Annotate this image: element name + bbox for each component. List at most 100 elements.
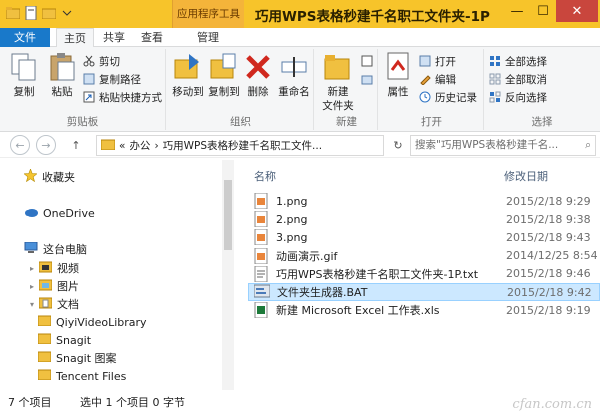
shortcut-icon bbox=[82, 90, 96, 104]
tab-share[interactable]: 共享 bbox=[96, 28, 132, 47]
nav-documents[interactable]: ▾ 文档 bbox=[30, 295, 79, 313]
select-none-button[interactable]: 全部取消 bbox=[488, 71, 547, 87]
chevron-down-icon[interactable] bbox=[60, 6, 74, 20]
refresh-button[interactable]: ↻ bbox=[388, 135, 408, 155]
up-button[interactable]: ↑ bbox=[66, 135, 86, 155]
breadcrumb-current[interactable]: 巧用WPS表格秒建千名职工文件... bbox=[163, 138, 322, 153]
paste-button[interactable]: 粘贴 bbox=[42, 51, 82, 99]
cut-label: 剪切 bbox=[99, 55, 120, 68]
properties-icon[interactable] bbox=[24, 6, 38, 20]
select-all-label: 全部选择 bbox=[505, 55, 547, 68]
forward-button[interactable]: → bbox=[36, 135, 56, 155]
new-folder-icon[interactable] bbox=[42, 6, 56, 20]
nav-videos[interactable]: ▸ 视频 bbox=[30, 259, 79, 277]
tab-manage[interactable]: 管理 bbox=[178, 28, 238, 47]
nav-snagit[interactable]: Snagit bbox=[37, 331, 91, 349]
nav-scrollbar[interactable] bbox=[222, 160, 234, 390]
minimize-button[interactable]: — bbox=[504, 0, 530, 22]
nav-this-pc[interactable]: 这台电脑 bbox=[24, 240, 87, 258]
picture-folder-icon bbox=[38, 279, 53, 294]
document-folder-icon bbox=[38, 297, 53, 312]
group-select: 全部选择 全部取消 反向选择 选择 bbox=[486, 49, 598, 130]
nav-onedrive[interactable]: OneDrive bbox=[24, 204, 95, 222]
group-open: 属性 打开 编辑 历史记录 打开 bbox=[380, 49, 484, 130]
file-row[interactable]: 2.png 2015/2/18 9:38 bbox=[248, 210, 600, 228]
file-xls-icon bbox=[252, 302, 270, 319]
file-row[interactable]: 巧用WPS表格秒建千名职工文件夹-1P.txt 2015/2/18 9:46 bbox=[248, 265, 600, 283]
close-button[interactable]: ✕ bbox=[556, 0, 598, 22]
ribbon-tabs: 文件 主页 共享 查看 管理 bbox=[0, 28, 600, 48]
file-row[interactable]: 新建 Microsoft Excel 工作表.xls 2015/2/18 9:19 bbox=[248, 301, 600, 319]
open-button[interactable]: 打开 bbox=[418, 53, 456, 69]
copy-label: 复制 bbox=[13, 86, 35, 98]
file-name: 2.png bbox=[276, 212, 308, 226]
scissors-icon bbox=[82, 54, 96, 68]
file-name: 3.png bbox=[276, 230, 308, 244]
new-item-button[interactable] bbox=[360, 53, 374, 69]
scrollbar-thumb[interactable] bbox=[224, 180, 232, 250]
nav-favorites[interactable]: 收藏夹 bbox=[23, 168, 75, 186]
select-none-icon bbox=[488, 72, 502, 86]
copy-to-button[interactable]: 复制到 bbox=[204, 51, 244, 99]
copy-button[interactable]: 复制 bbox=[4, 51, 44, 99]
properties-icon bbox=[382, 51, 414, 83]
file-row[interactable]: 文件夹生成器.BAT 2015/2/18 9:42 bbox=[248, 283, 600, 301]
file-name: 1.png bbox=[276, 194, 308, 208]
column-header-modified[interactable]: 修改日期 bbox=[504, 168, 548, 184]
nav-qiyi[interactable]: QiyiVideoLibrary bbox=[37, 313, 147, 331]
file-row[interactable]: 3.png 2015/2/18 9:43 bbox=[248, 228, 600, 246]
video-folder-icon bbox=[38, 261, 53, 276]
new-folder-button[interactable]: 新建 文件夹 bbox=[318, 51, 358, 113]
back-button[interactable]: ← bbox=[10, 135, 30, 155]
file-list: 名称 修改日期 1.png 2015/2/18 9:29 2.png 2015/2/1… bbox=[244, 158, 600, 390]
file-date: 2015/2/18 9:46 bbox=[506, 267, 591, 281]
tab-file[interactable]: 文件 bbox=[0, 28, 50, 47]
easy-access-button[interactable] bbox=[360, 71, 374, 87]
tab-view[interactable]: 查看 bbox=[134, 28, 170, 47]
search-input[interactable]: 搜索"巧用WPS表格秒建千名... ⌕ bbox=[410, 135, 596, 156]
address-bar[interactable]: « 办公 › 巧用WPS表格秒建千名职工文件... bbox=[96, 135, 384, 156]
tab-home[interactable]: 主页 bbox=[56, 28, 94, 48]
select-all-button[interactable]: 全部选择 bbox=[488, 53, 547, 69]
column-header-name[interactable]: 名称 bbox=[254, 168, 276, 184]
history-label: 历史记录 bbox=[435, 91, 477, 104]
nav-tencent-label: Tencent Files bbox=[56, 369, 127, 383]
nav-snagit-stamps[interactable]: Snagit 图案 bbox=[37, 349, 117, 367]
paste-shortcut-label: 粘贴快捷方式 bbox=[99, 91, 162, 104]
paste-shortcut-button[interactable]: 粘贴快捷方式 bbox=[82, 89, 162, 105]
properties-label: 属性 bbox=[387, 86, 409, 98]
quick-access-toolbar bbox=[6, 6, 74, 20]
invert-selection-label: 反向选择 bbox=[505, 91, 547, 104]
invert-selection-button[interactable]: 反向选择 bbox=[488, 89, 547, 105]
select-none-label: 全部取消 bbox=[505, 73, 547, 86]
file-png-icon bbox=[252, 211, 270, 228]
file-bat-icon bbox=[253, 284, 271, 300]
cut-button[interactable]: 剪切 bbox=[82, 53, 120, 69]
file-name: 动画演示.gif bbox=[276, 249, 338, 263]
rename-button[interactable]: 重命名 bbox=[274, 51, 314, 99]
copy-to-label: 复制到 bbox=[208, 86, 240, 98]
breadcrumb-office[interactable]: 办公 bbox=[129, 138, 150, 153]
file-png-icon bbox=[252, 229, 270, 246]
copy-path-button[interactable]: 复制路径 bbox=[82, 71, 141, 87]
open-label: 打开 bbox=[435, 55, 456, 68]
nav-tencent[interactable]: Tencent Files bbox=[37, 367, 127, 385]
file-date: 2015/2/18 9:29 bbox=[506, 194, 591, 208]
nav-pictures[interactable]: ▸ 图片 bbox=[30, 277, 79, 295]
ribbon: 复制 粘贴 剪切 复制路径 粘贴快捷方式 剪贴板 移动到 复制到 删除 重命名 … bbox=[0, 47, 600, 132]
move-to-button[interactable]: 移动到 bbox=[168, 51, 208, 99]
folder-icon[interactable] bbox=[6, 6, 20, 20]
nav-onedrive-label: OneDrive bbox=[43, 206, 95, 220]
folder-icon bbox=[100, 138, 116, 153]
maximize-button[interactable]: ☐ bbox=[530, 0, 556, 22]
history-button[interactable]: 历史记录 bbox=[418, 89, 477, 105]
search-icon: ⌕ bbox=[585, 139, 591, 151]
properties-button[interactable]: 属性 bbox=[380, 51, 416, 99]
file-row[interactable]: 动画演示.gif 2014/12/25 8:54 bbox=[248, 247, 600, 265]
delete-button[interactable]: 删除 bbox=[242, 51, 274, 99]
file-row[interactable]: 1.png 2015/2/18 9:29 bbox=[248, 192, 600, 210]
file-png-icon bbox=[252, 193, 270, 209]
edit-button[interactable]: 编辑 bbox=[418, 71, 456, 87]
nav-pictures-label: 图片 bbox=[57, 280, 80, 293]
file-date: 2015/2/18 9:19 bbox=[506, 303, 591, 317]
